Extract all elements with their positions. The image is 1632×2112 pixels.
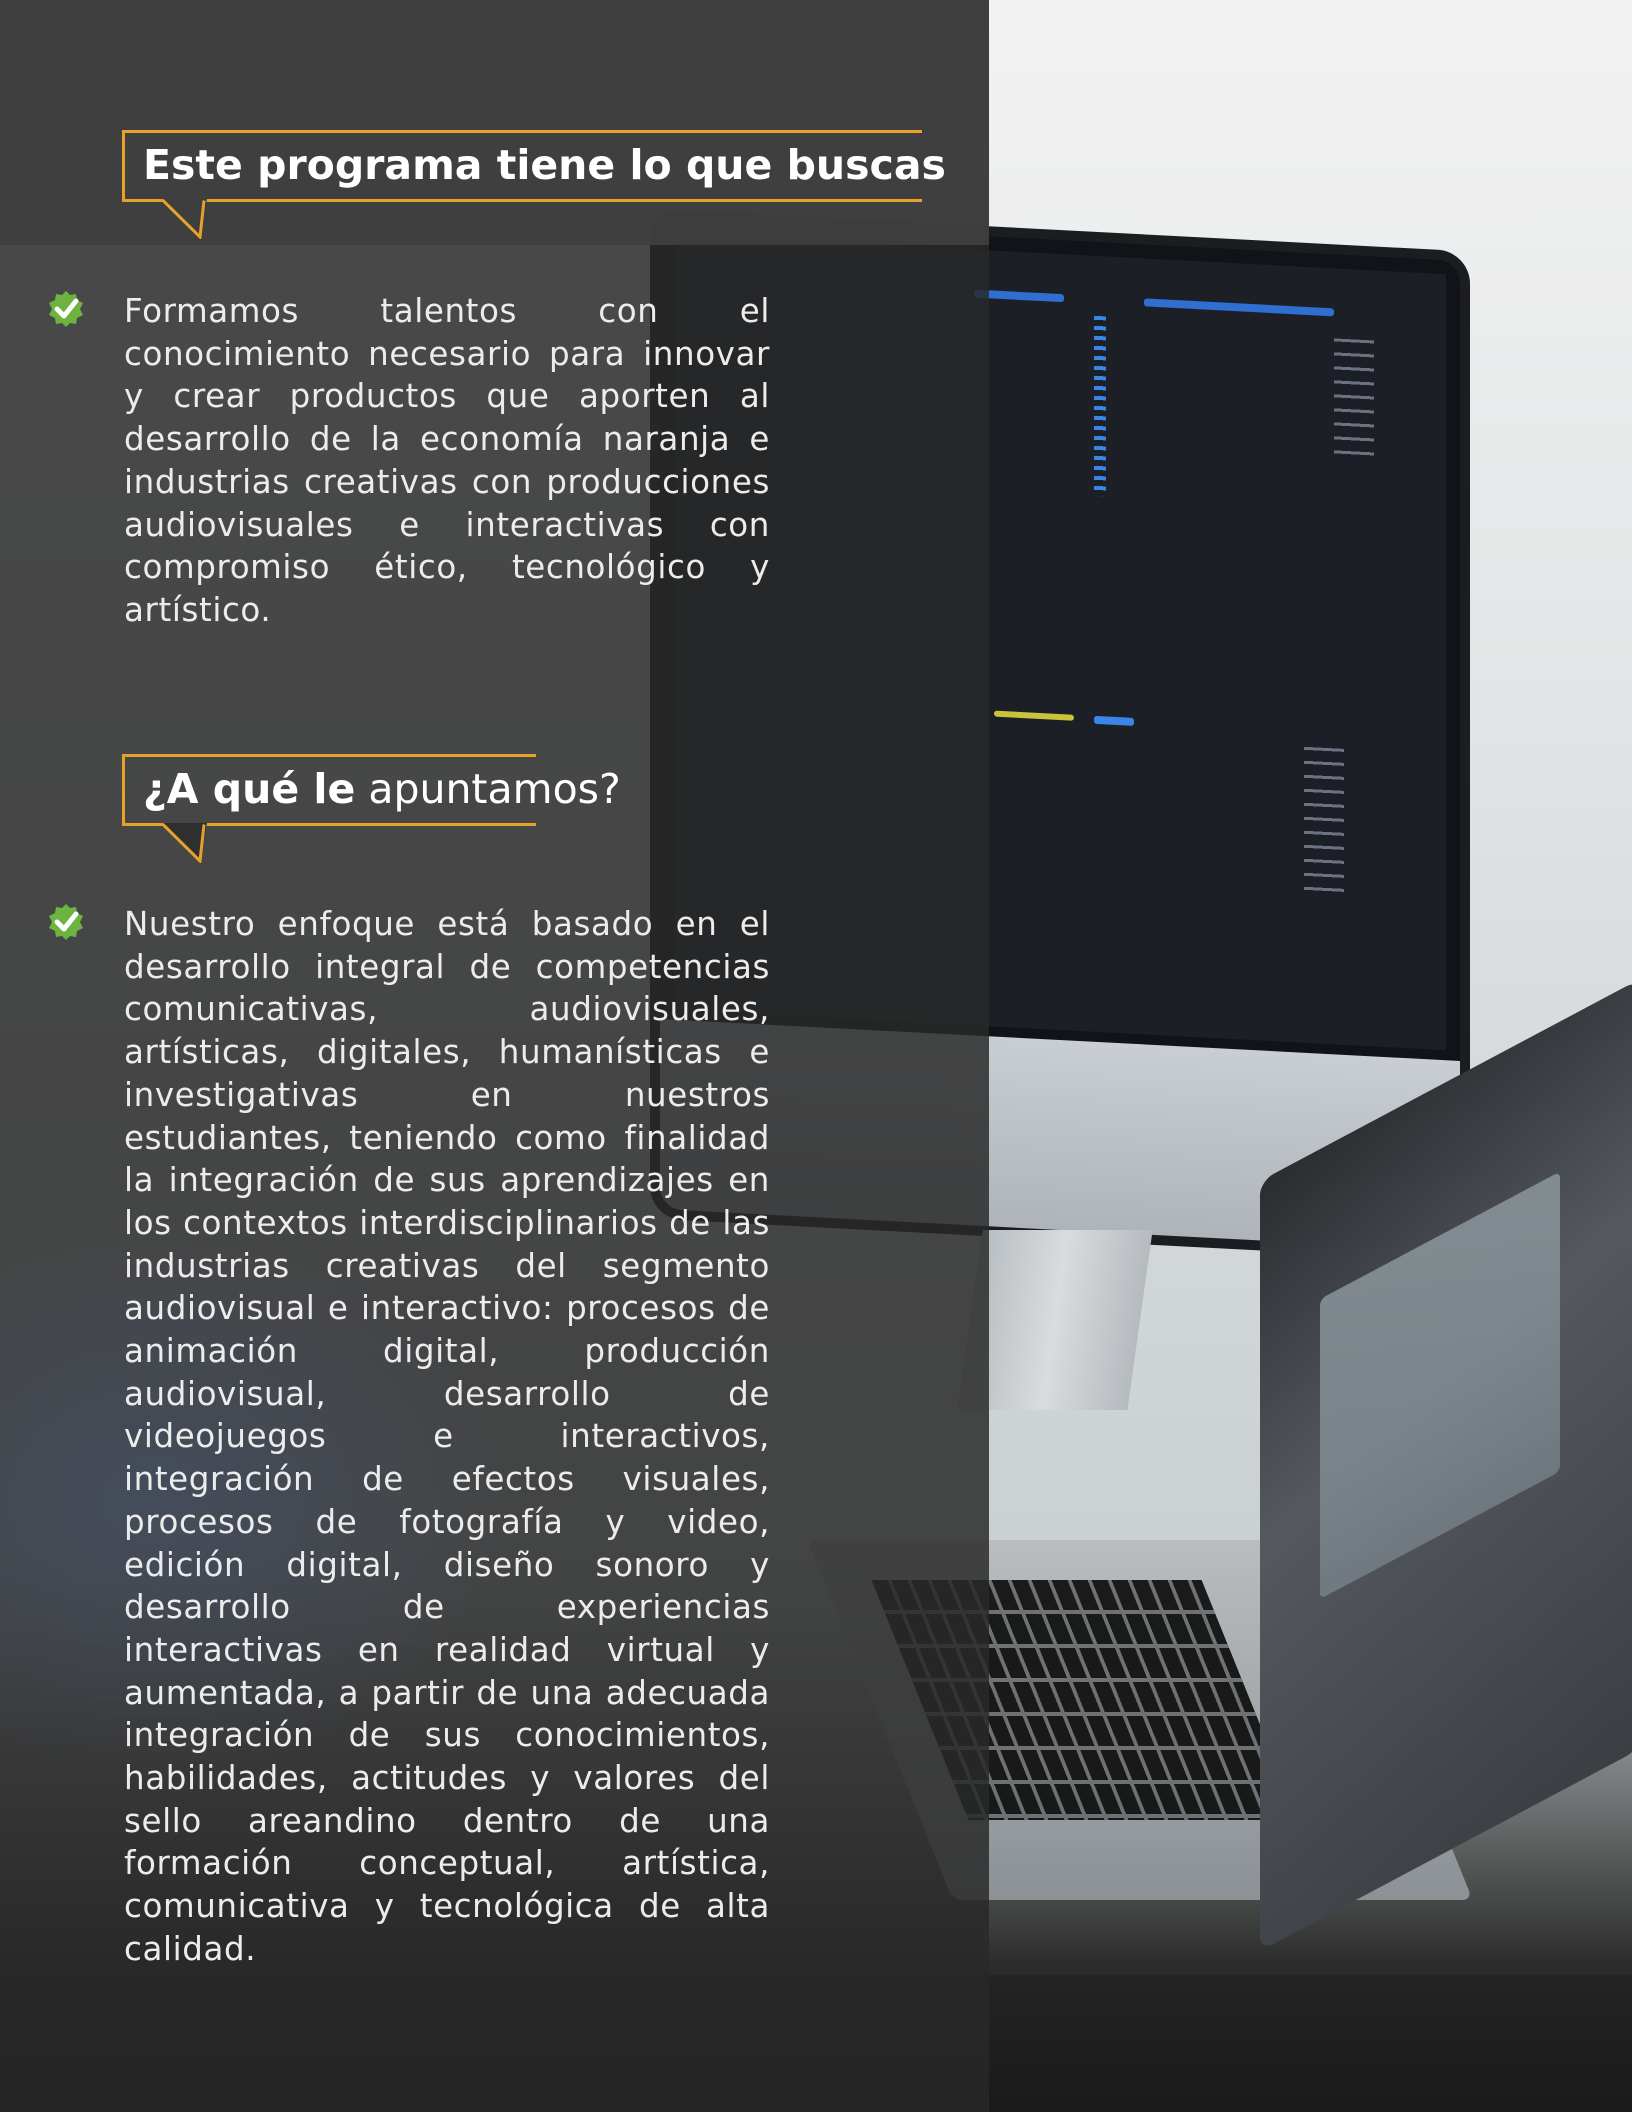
- section2-callout: ¿A qué le apuntamos?: [122, 754, 621, 863]
- section2-title-light: apuntamos?: [355, 765, 621, 813]
- section1-body: Formamos talentos con el conocimiento ne…: [124, 292, 770, 629]
- section1-title: Este programa tiene lo que buscas: [143, 141, 946, 189]
- callout-tail-icon: [163, 199, 207, 239]
- section2-title: ¿A qué le apuntamos?: [143, 765, 621, 813]
- overlay-top-band: [0, 0, 989, 245]
- check-badge-icon: [49, 291, 83, 327]
- callout-tail-icon: [163, 823, 207, 863]
- section1-callout: Este programa tiene lo que buscas: [122, 130, 946, 239]
- section2-body: Nuestro enfoque está basado en el desarr…: [124, 905, 770, 1968]
- check-badge-icon: [49, 904, 83, 940]
- section2-title-bold: ¿A qué le: [143, 765, 356, 813]
